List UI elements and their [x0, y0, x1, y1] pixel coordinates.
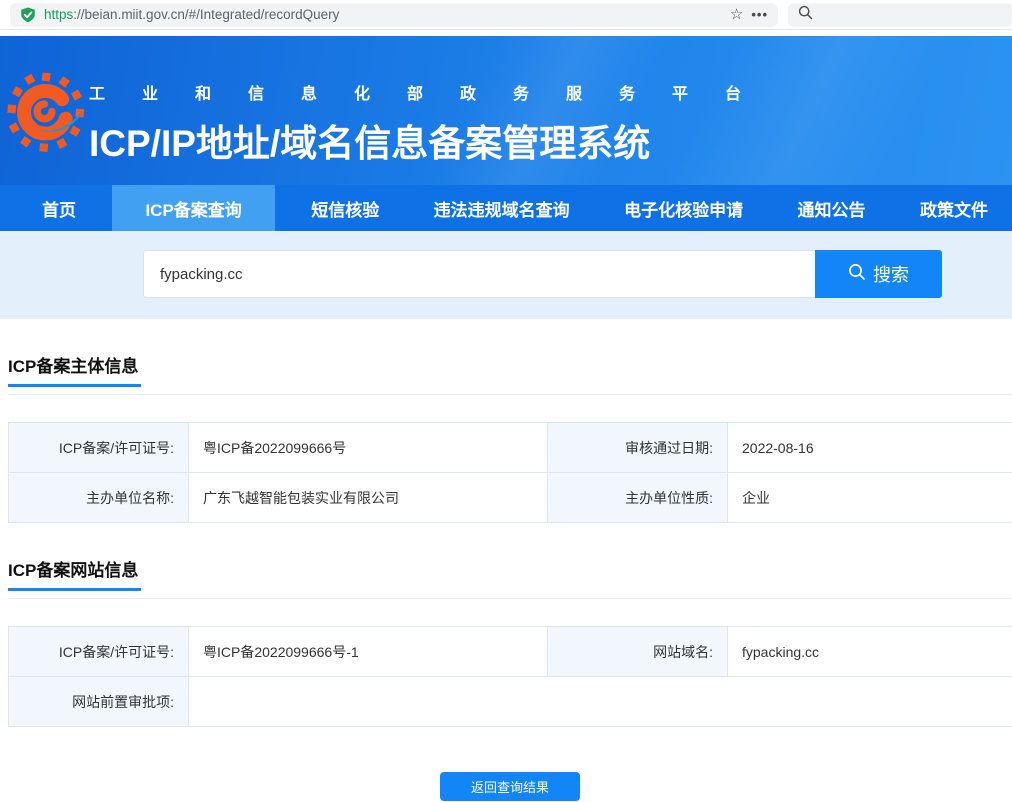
bookmark-star-icon[interactable]: ☆: [730, 7, 743, 22]
browser-toolbar: https://beian.miit.gov.cn/#/Integrated/r…: [0, 0, 1012, 30]
field-label: 网站域名:: [548, 627, 728, 677]
system-title: ICP/IP地址/域名信息备案管理系统: [89, 113, 778, 167]
nav-item-policy-documents[interactable]: 政策文件: [902, 185, 1006, 231]
subject-info-table: ICP备案/许可证号: 粤ICP备2022099666号 审核通过日期: 202…: [8, 422, 1012, 523]
field-value: 粤ICP备2022099666号: [189, 423, 548, 473]
nav-item-icp-record-query[interactable]: ICP备案查询: [112, 185, 274, 231]
field-label: 主办单位性质:: [548, 473, 728, 523]
field-value: 粤ICP备2022099666号-1: [189, 627, 548, 677]
search-icon: [798, 5, 813, 25]
field-label: ICP备案/许可证号:: [9, 423, 189, 473]
field-label: 网站前置审批项:: [9, 677, 189, 727]
url-text: https://beian.miit.gov.cn/#/Integrated/r…: [44, 7, 722, 22]
search-strip: 搜索: [0, 231, 1012, 319]
field-value: 企业: [728, 473, 1012, 523]
table-row: 网站前置审批项:: [9, 677, 1012, 727]
footer-actions: 返回查询结果: [8, 772, 1012, 801]
search-icon: [848, 263, 866, 286]
nav-item-announcements[interactable]: 通知公告: [780, 185, 884, 231]
nav-item-home[interactable]: 首页: [24, 185, 94, 231]
page-content: ICP备案主体信息 ICP备案/许可证号: 粤ICP备2022099666号 审…: [0, 352, 1012, 801]
url-path: ://beian.miit.gov.cn/#/Integrated/record…: [73, 7, 339, 22]
field-value: [189, 677, 1012, 727]
field-value: 2022-08-16: [728, 423, 1012, 473]
nav-item-illegal-domain-query[interactable]: 违法违规域名查询: [416, 185, 588, 231]
field-label: 主办单位名称:: [9, 473, 189, 523]
back-to-results-button[interactable]: 返回查询结果: [440, 772, 580, 801]
search-button[interactable]: 搜索: [815, 250, 942, 298]
url-scheme: https: [44, 7, 73, 22]
header-text-block: 工业和信息化部政务服务平台 ICP/IP地址/域名信息备案管理系统: [89, 80, 778, 167]
website-section-title: ICP备案网站信息: [8, 556, 141, 591]
main-nav: 首页 ICP备案查询 短信核验 违法违规域名查询 电子化核验申请 通知公告 政策…: [0, 185, 1012, 231]
nav-item-sms-verification[interactable]: 短信核验: [293, 185, 397, 231]
field-label: ICP备案/许可证号:: [9, 627, 189, 677]
table-row: ICP备案/许可证号: 粤ICP备2022099666号-1 网站域名: fyp…: [9, 627, 1012, 677]
table-row: 主办单位名称: 广东飞越智能包装实业有限公司 主办单位性质: 企业: [9, 473, 1012, 523]
field-value: fypacking.cc: [728, 627, 1012, 677]
miit-logo-icon: [6, 66, 88, 170]
table-row: ICP备案/许可证号: 粤ICP备2022099666号 审核通过日期: 202…: [9, 423, 1012, 473]
field-label: 审核通过日期:: [548, 423, 728, 473]
security-shield-icon: [20, 7, 36, 23]
subject-section-head: ICP备案主体信息: [8, 352, 1012, 395]
browser-search-box[interactable]: [788, 3, 1012, 27]
nav-item-electronic-verification[interactable]: 电子化核验申请: [606, 185, 761, 231]
address-bar[interactable]: https://beian.miit.gov.cn/#/Integrated/r…: [10, 3, 778, 27]
platform-name: 工业和信息化部政务服务平台: [89, 80, 778, 104]
subject-section-title: ICP备案主体信息: [8, 352, 141, 387]
search-button-label: 搜索: [873, 261, 909, 287]
more-options-icon[interactable]: •••: [751, 8, 768, 21]
website-section-head: ICP备案网站信息: [8, 556, 1012, 599]
website-info-table: ICP备案/许可证号: 粤ICP备2022099666号-1 网站域名: fyp…: [8, 626, 1012, 727]
site-header: 工业和信息化部政务服务平台 ICP/IP地址/域名信息备案管理系统: [0, 36, 1012, 185]
domain-search-input[interactable]: [143, 250, 815, 298]
field-value: 广东飞越智能包装实业有限公司: [189, 473, 548, 523]
